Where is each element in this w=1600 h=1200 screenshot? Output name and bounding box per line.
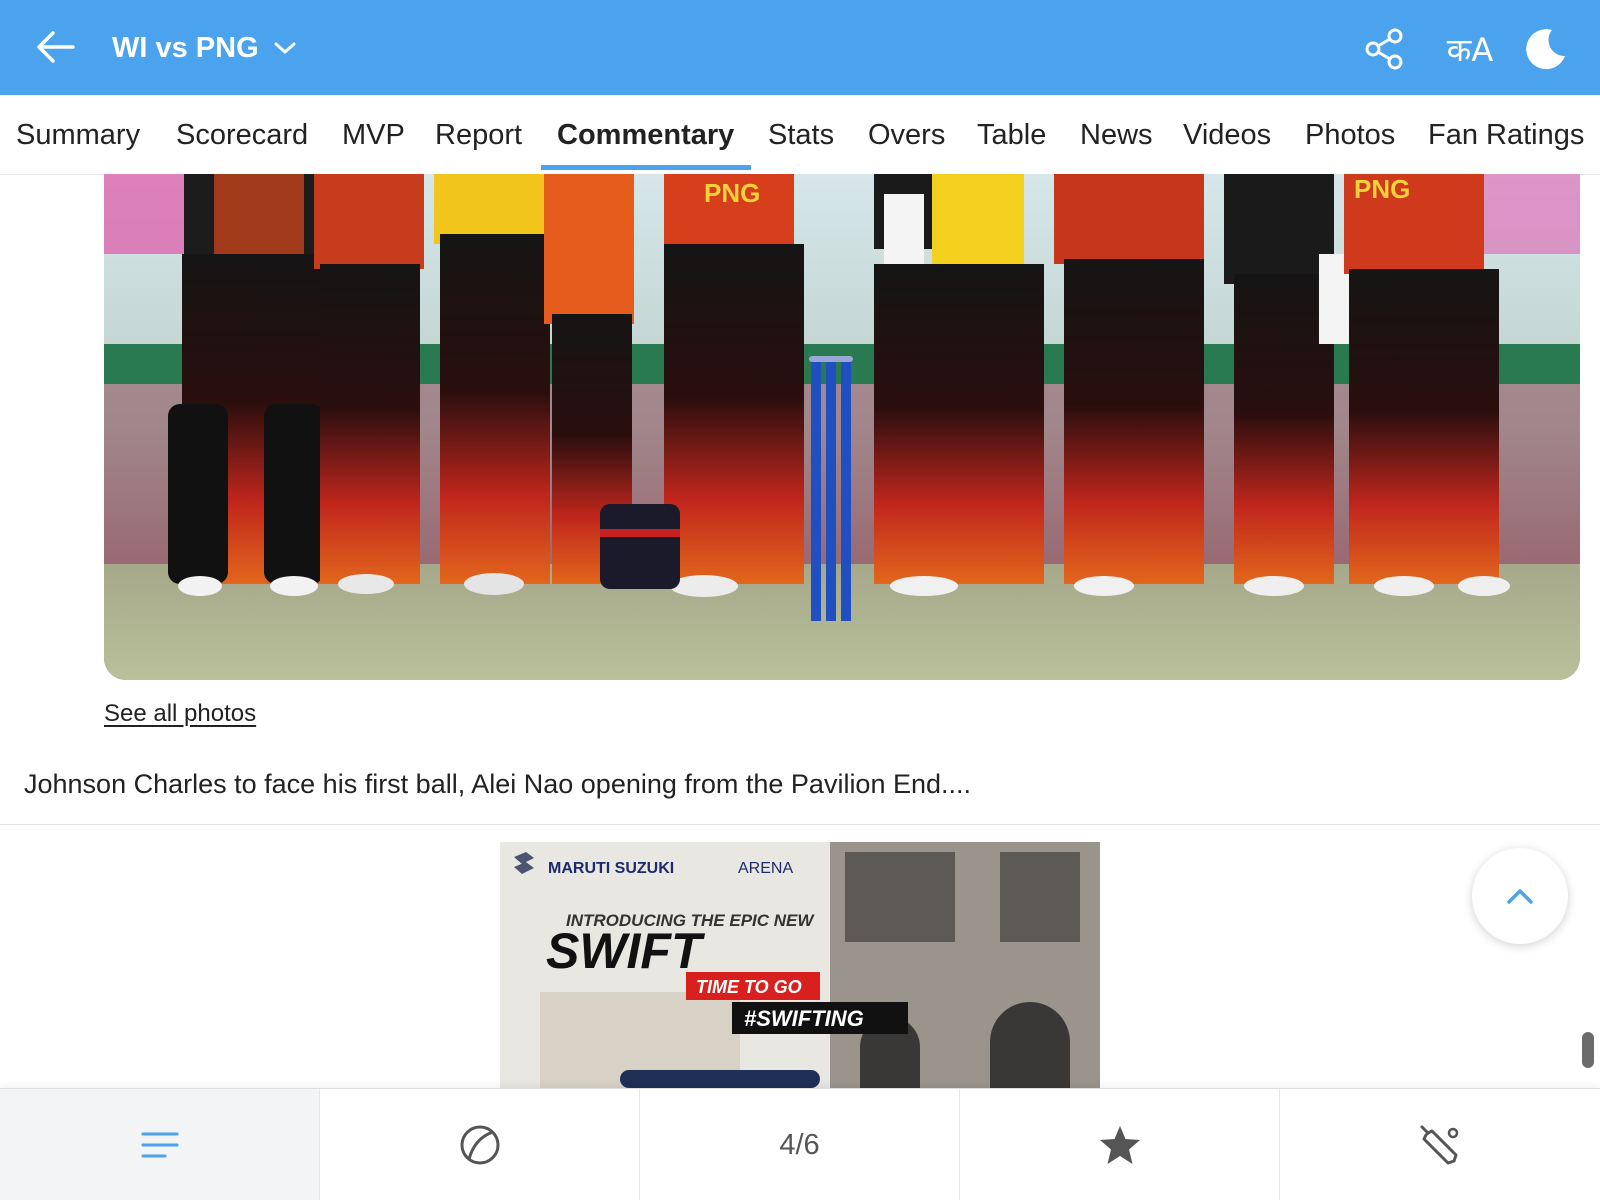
tab-news[interactable]: News (1080, 95, 1153, 175)
tab-summary[interactable]: Summary (16, 95, 140, 175)
match-title: WI vs PNG (112, 31, 259, 64)
tab-overs[interactable]: Overs (868, 95, 945, 175)
chevron-down-icon (273, 40, 297, 56)
tab-report[interactable]: Report (435, 95, 522, 175)
scrollbar-thumb[interactable] (1582, 1032, 1594, 1068)
match-photo[interactable]: PNG PNG (104, 174, 1580, 680)
ad-tagline: TIME TO GO (696, 977, 802, 997)
top-app-bar: WI vs PNG कA (0, 0, 1600, 95)
ad-brand: MARUTI SUZUKI (548, 860, 674, 877)
nav-ball-by-ball[interactable] (320, 1089, 640, 1200)
tab-stats[interactable]: Stats (768, 95, 834, 175)
nav-batting[interactable] (1280, 1089, 1600, 1200)
pager-label: 4/6 (779, 1128, 820, 1161)
svg-text:MARUTI SUZUKI: MARUTI SUZUKI (548, 860, 674, 877)
tab-photos[interactable]: Photos (1305, 95, 1395, 175)
tab-mvp[interactable]: MVP (342, 95, 405, 175)
tab-commentary[interactable]: Commentary (557, 95, 734, 175)
tab-fan-ratings[interactable]: Fan Ratings (1428, 95, 1584, 175)
tab-scorecard[interactable]: Scorecard (176, 95, 308, 175)
nav-favorites[interactable] (960, 1089, 1280, 1200)
advertisement-banner[interactable]: MARUTI SUZUKI ARENA INTRODUCING THE EPIC… (500, 842, 1100, 1088)
tab-videos[interactable]: Videos (1183, 95, 1271, 175)
scroll-to-top-button[interactable] (1472, 848, 1568, 944)
share-icon[interactable] (1359, 24, 1409, 74)
ad-headline: SWIFT (546, 923, 706, 979)
jersey-text-2: PNG (1354, 174, 1410, 204)
match-tabs: Summary Scorecard MVP Report Commentary … (0, 95, 1600, 175)
chevron-up-icon (1507, 889, 1533, 904)
active-tab-indicator (541, 165, 751, 170)
jersey-text: PNG (704, 178, 760, 208)
nav-pager[interactable]: 4/6 (640, 1089, 960, 1200)
language-icon[interactable]: कA (1438, 24, 1502, 74)
language-label: कA (1446, 30, 1494, 69)
nav-commentary-menu[interactable] (0, 1089, 320, 1200)
ad-image: MARUTI SUZUKI ARENA INTRODUCING THE EPIC… (500, 842, 1100, 1088)
cricket-bat-icon (1420, 1125, 1459, 1165)
tab-table[interactable]: Table (977, 95, 1046, 175)
commentary-text: Johnson Charles to face his first ball, … (24, 769, 972, 799)
dark-mode-moon-icon[interactable] (1520, 24, 1570, 74)
match-selector[interactable]: WI vs PNG (112, 26, 297, 70)
star-icon (1099, 1126, 1140, 1164)
bottom-navigation: 4/6 (0, 1088, 1600, 1200)
back-arrow-icon[interactable] (30, 24, 80, 70)
ad-hashtag: #SWIFTING (744, 1006, 864, 1031)
see-all-photos-link[interactable]: See all photos (104, 700, 256, 728)
divider (0, 824, 1600, 825)
cricket-ball-icon (460, 1125, 499, 1165)
menu-lines-icon (141, 1132, 178, 1158)
ad-brand-suffix: ARENA (738, 860, 793, 877)
team-huddle-image: PNG PNG (104, 174, 1580, 680)
